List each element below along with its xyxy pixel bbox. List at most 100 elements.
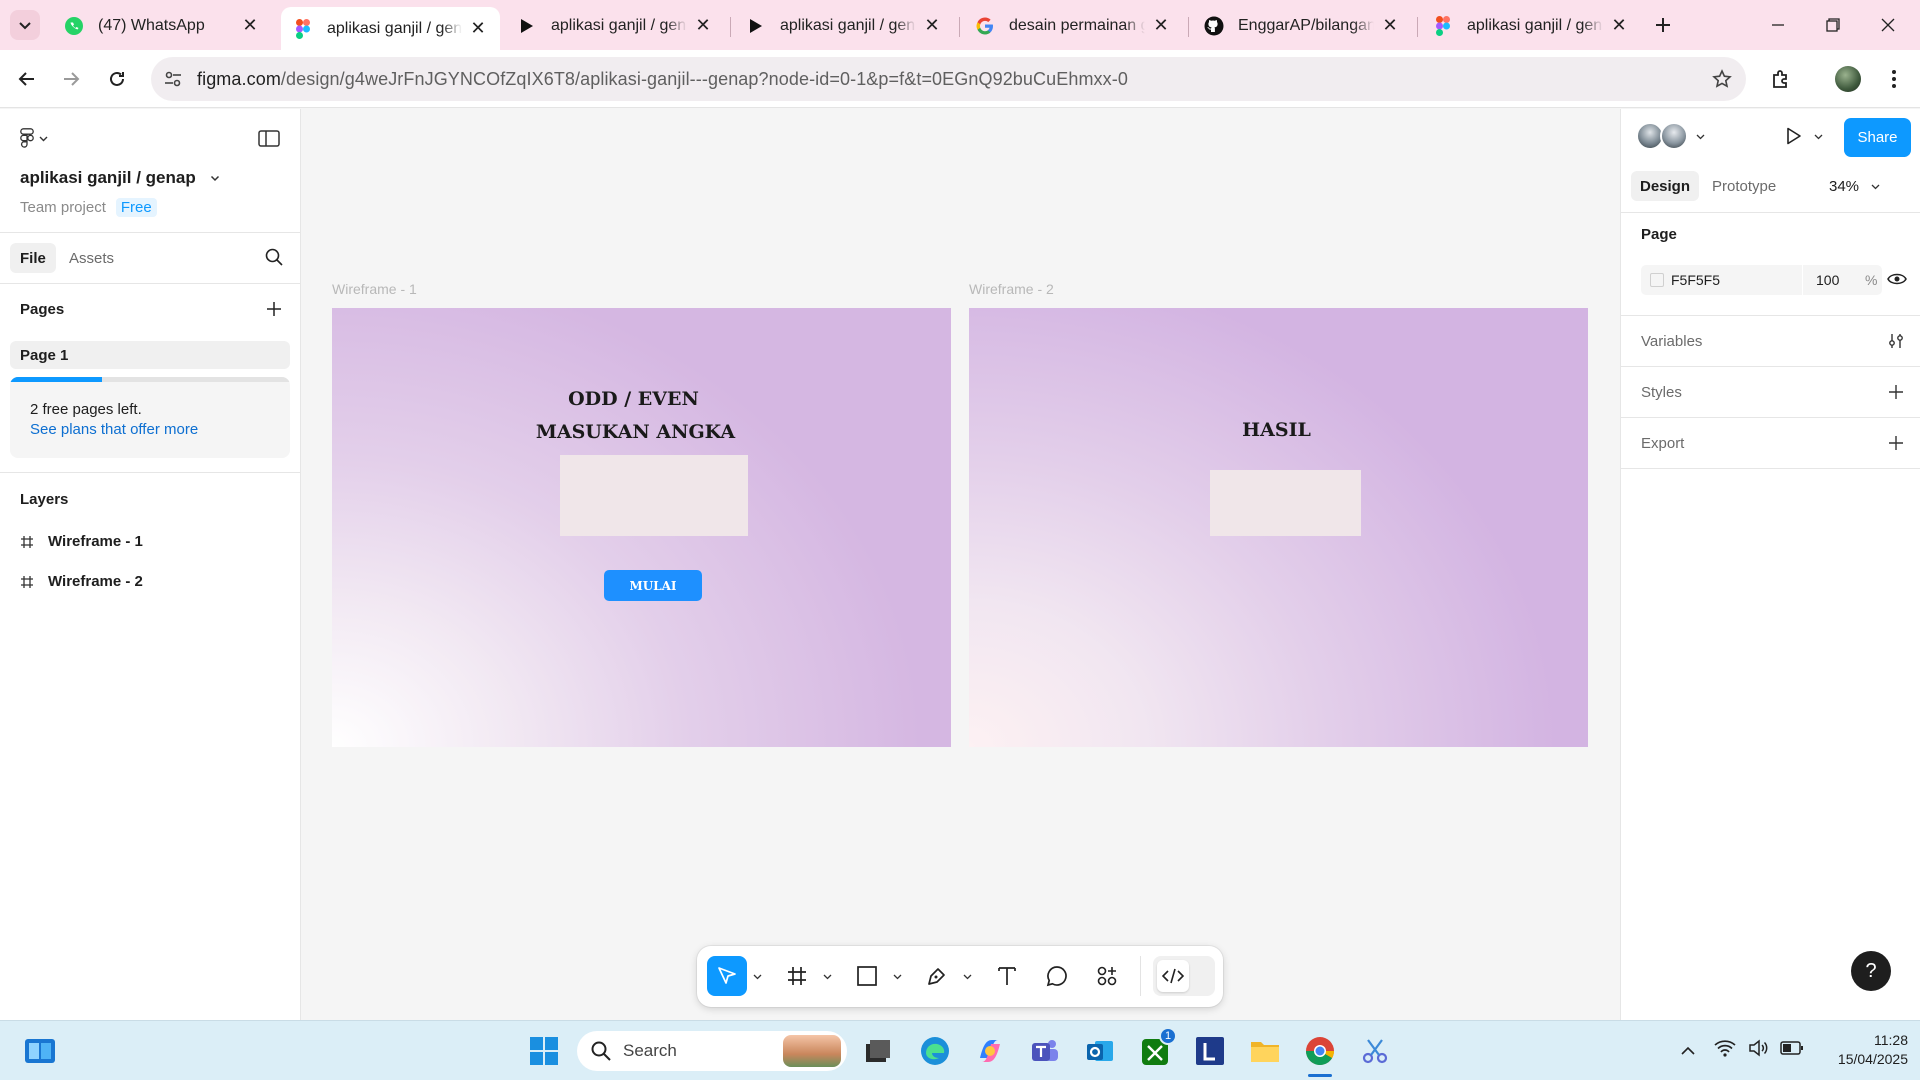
restore-button[interactable] [1810,12,1856,38]
l-app[interactable] [1190,1031,1230,1071]
widgets-button[interactable] [20,1031,60,1071]
rectangle-tool-button[interactable] [847,956,887,996]
back-button[interactable] [9,61,45,97]
share-button[interactable]: Share [1844,118,1911,157]
extensions-button[interactable] [1763,61,1799,97]
add-export-button[interactable] [1888,435,1904,456]
reload-button[interactable] [99,61,135,97]
close-icon[interactable]: ✕ [1380,15,1400,36]
browser-tab-whatsapp[interactable]: (47) WhatsApp ✕ [52,7,272,44]
teams-app[interactable] [1025,1031,1065,1071]
add-style-button[interactable] [1888,384,1904,405]
tab-assets[interactable]: Assets [60,243,123,273]
close-icon[interactable]: ✕ [240,15,260,36]
system-tray[interactable] [1714,1039,1804,1057]
zoom-dropdown[interactable]: 34% [1829,171,1880,201]
variables-section[interactable]: Variables [1641,333,1702,350]
close-icon[interactable]: ✕ [1609,15,1629,36]
tab-prototype[interactable]: Prototype [1703,171,1785,201]
frame-tool-caret[interactable] [821,966,833,986]
export-section[interactable]: Export [1641,435,1684,452]
browser-tab-2[interactable]: aplikasi ganjil / genap ✕ [505,7,725,44]
browser-menu-button[interactable] [1876,61,1912,97]
browser-tab-figma-active[interactable]: aplikasi ganjil / genap ✕ [281,7,500,50]
profile-avatar[interactable] [1830,61,1866,97]
main-menu-button[interactable] [20,128,48,148]
move-tool-button[interactable] [707,956,747,996]
page-item[interactable]: Page 1 [10,341,290,369]
wireframe-1-frame[interactable]: ODD / EVEN MASUKAN ANGKA MULAI [332,308,951,747]
edge-app[interactable] [915,1031,955,1071]
chrome-app[interactable] [1300,1031,1340,1077]
puzzle-icon [1773,70,1787,88]
xbox-app[interactable]: 1 [1135,1027,1177,1071]
layer-item[interactable]: Wireframe - 1 [20,533,143,550]
number-input-box[interactable] [560,455,748,536]
google-icon [975,16,995,36]
wireframe-2-frame[interactable]: HASIL [969,308,1588,747]
layer-item[interactable]: Wireframe - 2 [20,573,143,590]
move-tool-caret[interactable] [751,966,763,986]
browser-tab-figma-2[interactable]: aplikasi ganjil / genap ✕ [1421,7,1641,44]
close-icon[interactable]: ✕ [922,15,942,36]
comment-tool-button[interactable] [1037,956,1077,996]
team-name[interactable]: Team project [20,199,106,216]
toggle-sidebar-button[interactable] [258,130,280,152]
dev-mode-toggle[interactable] [1153,956,1215,996]
plus-icon [1889,385,1903,399]
clock[interactable]: 11:28 15/04/2025 [1812,1031,1908,1069]
toggle-visibility-button[interactable] [1887,272,1907,291]
task-view-button[interactable] [858,1031,898,1071]
start-button[interactable] [524,1031,564,1071]
page-opacity-value[interactable]: 100 [1816,272,1839,288]
frame-label[interactable]: Wireframe - 1 [332,281,417,297]
tab-design[interactable]: Design [1631,171,1700,201]
pen-tool-button[interactable] [917,956,957,996]
present-button[interactable] [1786,127,1823,145]
variables-button[interactable] [1887,333,1905,354]
figma-canvas[interactable]: Wireframe - 1 ODD / EVEN MASUKAN ANGKA M… [301,109,1620,1020]
snipping-tool-app[interactable] [1355,1031,1395,1071]
tab-search-dropdown[interactable] [10,10,40,40]
new-tab-button[interactable] [1650,12,1676,38]
page-color-field[interactable]: F5F5F5 100 % [1641,265,1882,295]
site-settings-icon[interactable] [163,69,183,89]
text-tool-button[interactable] [987,956,1027,996]
close-window-button[interactable] [1865,12,1911,38]
browser-tab-github[interactable]: EnggarAP/bilangan-ganjil ✕ [1192,7,1412,44]
file-name-dropdown[interactable]: aplikasi ganjil / genap [20,168,220,188]
help-button[interactable]: ? [1851,951,1891,991]
start-button[interactable]: MULAI [604,570,702,601]
close-icon[interactable]: ✕ [468,18,488,39]
outlook-app[interactable] [1080,1031,1120,1071]
figma-toolbar [697,946,1223,1007]
file-explorer-app[interactable] [1245,1031,1285,1071]
copilot-app[interactable] [970,1031,1010,1071]
styles-section[interactable]: Styles [1641,384,1682,401]
text-icon [998,967,1016,985]
actions-tool-button[interactable] [1087,956,1127,996]
see-plans-link[interactable]: See plans that offer more [30,421,198,438]
frame-tool-button[interactable] [777,956,817,996]
pen-tool-caret[interactable] [961,966,973,986]
tab-file[interactable]: File [10,243,56,273]
search-layers-button[interactable] [265,248,283,271]
browser-tab-3[interactable]: aplikasi ganjil / genap ✕ [734,7,954,44]
minimize-button[interactable] [1755,12,1801,38]
forward-button[interactable] [53,61,89,97]
taskbar-search[interactable]: Search [577,1031,847,1071]
close-icon[interactable]: ✕ [1151,15,1171,36]
show-hidden-icons-button[interactable] [1668,1031,1708,1071]
add-page-button[interactable] [266,301,282,322]
task-view-icon [866,1040,890,1062]
shape-tool-caret[interactable] [891,966,903,986]
collaborator-avatars[interactable] [1636,122,1705,150]
close-icon[interactable]: ✕ [693,15,713,36]
browser-tab-google[interactable]: desain permainan ganjil ✕ [963,7,1183,44]
color-swatch[interactable] [1650,273,1664,287]
page-color-value: F5F5F5 [1671,272,1721,288]
bookmark-star-icon[interactable] [1712,69,1732,94]
frame-label[interactable]: Wireframe - 2 [969,281,1054,297]
plan-badge[interactable]: Free [115,198,157,217]
url-bar[interactable]: figma.com/design/g4weJrFnJGYNCOfZqIX6T8/… [151,57,1746,101]
